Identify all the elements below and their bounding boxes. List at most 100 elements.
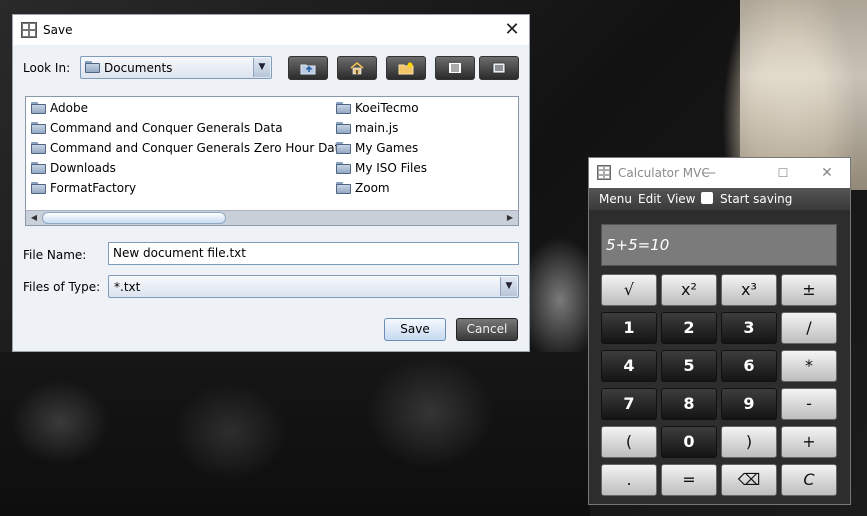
calculator-display: 5+5=10	[601, 224, 837, 266]
list-item[interactable]: Command and Conquer Generals Zero Hour D…	[31, 139, 347, 157]
scroll-right-icon[interactable]: ▶	[503, 212, 517, 224]
file-name-field[interactable]: New document file.txt	[108, 242, 519, 265]
close-icon[interactable]: ✕	[501, 19, 523, 41]
list-item[interactable]: Downloads	[31, 159, 116, 177]
digit-2-key[interactable]: 2	[661, 312, 717, 344]
folder-icon	[31, 102, 46, 114]
list-item[interactable]: Zoom	[336, 179, 390, 197]
look-in-combo[interactable]: Documents ▼	[80, 56, 272, 79]
save-button[interactable]: Save	[384, 318, 446, 341]
file-name: My Games	[355, 141, 419, 155]
start-saving-label: Start saving	[720, 192, 793, 206]
file-name: Command and Conquer Generals Zero Hour D…	[50, 141, 347, 155]
menu-item-menu[interactable]: Menu	[599, 192, 632, 206]
list-item[interactable]: Adobe	[31, 99, 88, 117]
up-folder-button[interactable]	[288, 56, 328, 80]
files-of-type-combo[interactable]: *.txt ▼	[108, 275, 519, 298]
wallpaper-figures	[0, 352, 590, 516]
maximize-icon[interactable]: ☐	[773, 163, 793, 183]
multiply-key[interactable]: *	[781, 350, 837, 382]
look-in-label: Look In:	[23, 61, 71, 75]
calculator-title: Calculator MVC	[618, 166, 710, 180]
list-view-icon	[436, 57, 474, 79]
chevron-down-icon[interactable]: ▼	[500, 277, 517, 296]
list-item[interactable]: Command and Conquer Generals Data	[31, 119, 283, 137]
folder-icon	[31, 182, 46, 194]
digit-4-key[interactable]: 4	[601, 350, 657, 382]
folder-icon	[336, 122, 351, 134]
home-icon	[338, 57, 376, 79]
clear-key[interactable]: C	[781, 464, 837, 496]
start-saving-checkbox[interactable]	[701, 192, 713, 204]
files-of-type-label: Files of Type:	[23, 280, 101, 294]
folder-icon	[85, 61, 100, 73]
divide-key[interactable]: /	[781, 312, 837, 344]
home-button[interactable]	[337, 56, 377, 80]
file-name: Command and Conquer Generals Data	[50, 121, 283, 135]
digit-3-key[interactable]: 3	[721, 312, 777, 344]
save-dialog-title: Save	[43, 23, 73, 37]
digit-7-key[interactable]: 7	[601, 388, 657, 420]
sqrt-key[interactable]: √	[601, 274, 657, 306]
close-paren-key[interactable]: )	[721, 426, 777, 458]
menu-item-edit[interactable]: Edit	[638, 192, 661, 206]
files-of-type-value: *.txt	[114, 280, 141, 294]
calculator-icon	[597, 165, 611, 180]
new-folder-icon	[387, 57, 425, 79]
scroll-left-icon[interactable]: ◀	[27, 212, 41, 224]
list-item[interactable]: main.js	[336, 119, 398, 137]
folder-icon	[336, 182, 351, 194]
horizontal-scrollbar[interactable]: ◀ ▶	[26, 210, 518, 225]
file-name: main.js	[355, 121, 399, 135]
file-name: Downloads	[50, 161, 116, 175]
minimize-icon[interactable]: —	[699, 163, 719, 183]
backspace-key[interactable]: ⌫	[721, 464, 777, 496]
digit-5-key[interactable]: 5	[661, 350, 717, 382]
negate-key[interactable]: ±	[781, 274, 837, 306]
scrollbar-thumb[interactable]	[42, 212, 226, 224]
menu-item-view[interactable]: View	[667, 192, 695, 206]
new-folder-button[interactable]	[386, 56, 426, 80]
list-item[interactable]: KoeiTecmo	[336, 99, 419, 117]
list-item[interactable]: My ISO Files	[336, 159, 427, 177]
calculator-window: Calculator MVC — ☐ ✕ Menu Edit View Star…	[588, 157, 851, 505]
square-key[interactable]: x²	[661, 274, 717, 306]
digit-8-key[interactable]: 8	[661, 388, 717, 420]
app-icon	[21, 22, 37, 38]
digit-9-key[interactable]: 9	[721, 388, 777, 420]
file-name: KoeiTecmo	[355, 101, 419, 115]
up-folder-icon	[289, 57, 327, 79]
subtract-key[interactable]: -	[781, 388, 837, 420]
equals-key[interactable]: =	[661, 464, 717, 496]
list-item[interactable]: My Games	[336, 139, 418, 157]
file-name: My ISO Files	[355, 161, 428, 175]
calculator-menubar: Menu Edit View Start saving	[589, 188, 850, 210]
digit-0-key[interactable]: 0	[661, 426, 717, 458]
details-view-icon	[480, 57, 518, 79]
look-in-value: Documents	[104, 61, 173, 75]
file-list[interactable]: Adobe Command and Conquer Generals Data …	[25, 96, 519, 226]
cube-key[interactable]: x³	[721, 274, 777, 306]
folder-icon	[31, 162, 46, 174]
digit-1-key[interactable]: 1	[601, 312, 657, 344]
cancel-button[interactable]: Cancel	[456, 318, 518, 341]
add-key[interactable]: +	[781, 426, 837, 458]
open-paren-key[interactable]: (	[601, 426, 657, 458]
folder-icon	[336, 162, 351, 174]
save-dialog: Save ✕ Look In: Documents ▼ Adobe Comman…	[12, 14, 530, 352]
decimal-key[interactable]: .	[601, 464, 657, 496]
chevron-down-icon[interactable]: ▼	[253, 58, 270, 77]
list-item[interactable]: FormatFactory	[31, 179, 136, 197]
digit-6-key[interactable]: 6	[721, 350, 777, 382]
folder-icon	[336, 142, 351, 154]
look-in-row: Look In: Documents ▼	[13, 55, 531, 81]
details-view-button[interactable]	[479, 56, 519, 80]
file-name: Adobe	[50, 101, 88, 115]
file-name: Zoom	[355, 181, 390, 195]
file-name: FormatFactory	[50, 181, 137, 195]
close-icon[interactable]: ✕	[817, 163, 837, 183]
folder-icon	[31, 142, 46, 154]
folder-icon	[31, 122, 46, 134]
save-dialog-titlebar: Save ✕	[13, 15, 529, 45]
list-view-button[interactable]	[435, 56, 475, 80]
